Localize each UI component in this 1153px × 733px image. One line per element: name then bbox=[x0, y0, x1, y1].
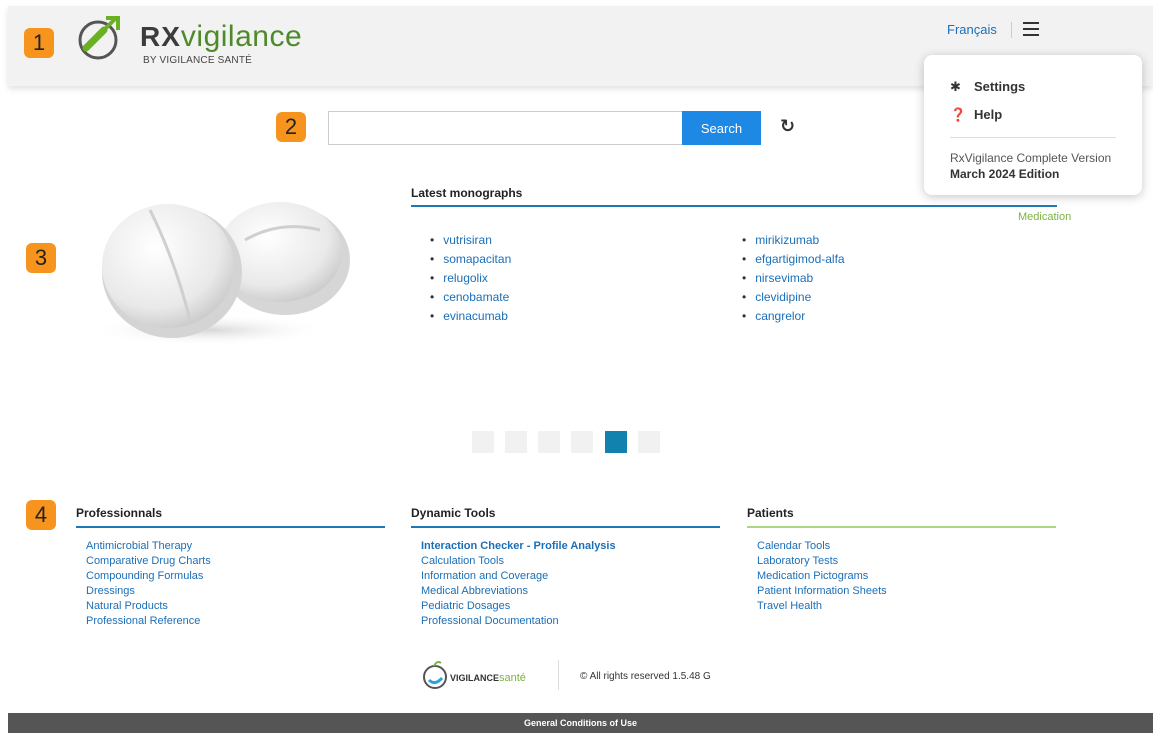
footer-title-tools: Dynamic Tools bbox=[411, 506, 496, 520]
footer-separator bbox=[558, 660, 559, 690]
footer-divider bbox=[411, 526, 720, 528]
footer-link[interactable]: Laboratory Tests bbox=[757, 555, 1056, 570]
rxvigilance-logo-icon[interactable] bbox=[76, 14, 124, 62]
footer-link[interactable]: Dressings bbox=[86, 585, 385, 600]
footer-link[interactable]: Professional Documentation bbox=[421, 615, 720, 630]
pager-dot[interactable] bbox=[538, 431, 560, 453]
hamburger-menu-icon[interactable] bbox=[1023, 22, 1039, 36]
footer-link[interactable]: Pediatric Dosages bbox=[421, 600, 720, 615]
footer-link[interactable]: Comparative Drug Charts bbox=[86, 555, 385, 570]
monograph-link[interactable]: efgartigimod-alfa bbox=[740, 252, 844, 271]
edition-label: March 2024 Edition bbox=[950, 167, 1060, 181]
footer-link[interactable]: Compounding Formulas bbox=[86, 570, 385, 585]
monographs-title: Latest monographs bbox=[411, 186, 523, 200]
monograph-link[interactable]: mirikizumab bbox=[740, 233, 845, 252]
footer-dynamic-tools: Dynamic Tools Interaction Checker - Prof… bbox=[411, 506, 720, 630]
footer-list: Calendar Tools Laboratory Tests Medicati… bbox=[757, 540, 1056, 615]
page: 1 RXvigilance BY VIGILANCE SANTÉ Françai… bbox=[0, 0, 1153, 733]
conditions-link[interactable]: General Conditions of Use bbox=[524, 718, 637, 728]
footer-link[interactable]: Antimicrobial Therapy bbox=[86, 540, 385, 555]
pager-dot-active[interactable] bbox=[605, 431, 627, 453]
pager-dot[interactable] bbox=[472, 431, 494, 453]
brand-main: VIGILANCE bbox=[450, 673, 500, 683]
logo-subtitle: BY VIGILANCE SANTÉ bbox=[143, 55, 253, 66]
logo-rx: RX bbox=[140, 21, 181, 52]
conditions-bar: General Conditions of Use bbox=[8, 713, 1153, 733]
monograph-link[interactable]: clevidipine bbox=[740, 290, 845, 309]
footer-patients: Patients Calendar Tools Laboratory Tests… bbox=[747, 506, 1056, 615]
monographs-tag: Medication bbox=[1018, 211, 1072, 223]
annotation-badge-1: 1 bbox=[24, 28, 54, 58]
monograph-link[interactable]: cangrelor bbox=[740, 309, 845, 328]
search-input[interactable] bbox=[328, 111, 682, 145]
pills-image bbox=[90, 202, 350, 346]
footer-list: Interaction Checker - Profile Analysis C… bbox=[421, 540, 720, 630]
menu-item-help[interactable]: ❓ Help bbox=[950, 107, 1002, 123]
brand-accent: santé bbox=[499, 672, 526, 684]
settings-dropdown: ✱ Settings ❓ Help RxVigilance Complete Ver… bbox=[924, 55, 1142, 195]
pager-dot[interactable] bbox=[638, 431, 660, 453]
monograph-link[interactable]: somapacitan bbox=[428, 252, 511, 271]
version-label: RxVigilance Complete Version bbox=[950, 151, 1112, 165]
annotation-badge-2: 2 bbox=[276, 112, 306, 142]
menu-divider bbox=[950, 137, 1116, 138]
monograph-link[interactable]: relugolix bbox=[428, 271, 511, 290]
footer-title-patients: Patients bbox=[747, 506, 794, 520]
footer-link[interactable]: Travel Health bbox=[757, 600, 1056, 615]
logo-wordmark[interactable]: RXvigilance bbox=[140, 20, 302, 54]
footer-link[interactable]: Medication Pictograms bbox=[757, 570, 1056, 585]
monographs-divider bbox=[411, 205, 1057, 207]
logo-name: vigilance bbox=[180, 20, 303, 53]
help-circle-icon: ❓ bbox=[950, 107, 967, 122]
footer-link[interactable]: Calculation Tools bbox=[421, 555, 720, 570]
monograph-link[interactable]: evinacumab bbox=[428, 309, 511, 328]
footer-divider bbox=[747, 526, 1056, 528]
monograph-link[interactable]: vutrisiran bbox=[428, 233, 511, 252]
footer-link[interactable]: Medical Abbreviations bbox=[421, 585, 720, 600]
footer-link[interactable]: Interaction Checker - Profile Analysis bbox=[421, 540, 720, 555]
header-divider bbox=[1011, 22, 1012, 38]
footer-link[interactable]: Information and Coverage bbox=[421, 570, 720, 585]
footer-link[interactable]: Natural Products bbox=[86, 600, 385, 615]
footer-title-professionals: Professionnals bbox=[76, 506, 163, 520]
footer-professionals: Professionnals Antimicrobial Therapy Com… bbox=[76, 506, 385, 630]
monograph-link[interactable]: nirsevimab bbox=[740, 271, 845, 290]
annotation-badge-3: 3 bbox=[26, 243, 56, 273]
footer-divider bbox=[76, 526, 385, 528]
copyright-text: © All rights reserved 1.5.48 G bbox=[580, 671, 711, 682]
menu-item-settings[interactable]: ✱ Settings bbox=[950, 79, 1025, 95]
pager-dot[interactable] bbox=[505, 431, 527, 453]
monograph-link[interactable]: cenobamate bbox=[428, 290, 511, 309]
monographs-list-right: mirikizumab efgartigimod-alfa nirsevimab… bbox=[740, 233, 845, 328]
gear-icon: ✱ bbox=[950, 79, 961, 94]
monographs-list-left: vutrisiran somapacitan relugolix cenobam… bbox=[428, 233, 511, 328]
pager-dot[interactable] bbox=[571, 431, 593, 453]
annotation-badge-4: 4 bbox=[26, 500, 56, 530]
refresh-icon[interactable]: ↻ bbox=[780, 116, 795, 137]
footer-link[interactable]: Calendar Tools bbox=[757, 540, 1056, 555]
vigilance-sante-wordmark: VIGILANCEsanté bbox=[450, 672, 526, 684]
footer-list: Antimicrobial Therapy Comparative Drug C… bbox=[86, 540, 385, 630]
language-link[interactable]: Français bbox=[947, 22, 997, 37]
footer-link[interactable]: Professional Reference bbox=[86, 615, 385, 630]
search-button[interactable]: Search bbox=[682, 111, 761, 145]
footer-link[interactable]: Patient Information Sheets bbox=[757, 585, 1056, 600]
